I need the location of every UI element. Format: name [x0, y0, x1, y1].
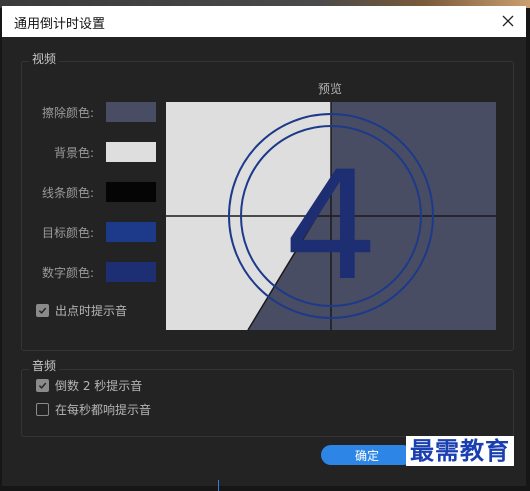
countdown-settings-dialog: 通用倒计时设置 视频 预览 擦除颜色: 背景色: 线条颜色: 目标颜色: 数字颜… — [2, 6, 526, 486]
target-color-label: 目标颜色: — [41, 226, 94, 240]
ok-button[interactable]: 确定 — [321, 445, 413, 465]
dialog-titlebar: 通用倒计时设置 — [2, 6, 526, 37]
check-icon — [38, 382, 47, 389]
dialog-title: 通用倒计时设置 — [14, 17, 106, 32]
wipe-color-swatch[interactable] — [106, 102, 156, 122]
two-second-beep-label: 倒数 2 秒提示音 — [55, 379, 143, 393]
close-icon — [502, 15, 514, 27]
timeline-marker — [218, 480, 219, 491]
beep-every-second-label: 在每秒都响提示音 — [55, 403, 152, 417]
two-second-beep-checkbox-box[interactable] — [36, 379, 49, 392]
watermark-logo: 最需教育 — [406, 436, 514, 466]
preview-digit: 4 — [283, 140, 378, 314]
beep-every-second-checkbox[interactable]: 在每秒都响提示音 — [36, 401, 151, 418]
two-second-beep-checkbox[interactable]: 倒数 2 秒提示音 — [36, 377, 142, 394]
line-color-swatch[interactable] — [106, 182, 156, 202]
countdown-preview: 4 — [166, 102, 496, 330]
number-color-swatch[interactable] — [106, 262, 156, 282]
wipe-color-label: 擦除颜色: — [41, 106, 94, 120]
audio-legend: 音频 — [29, 357, 60, 374]
cue-at-out-label: 出点时提示音 — [55, 304, 128, 318]
check-icon — [38, 307, 47, 314]
number-color-label: 数字颜色: — [41, 266, 94, 280]
beep-every-second-checkbox-box[interactable] — [36, 403, 49, 416]
preview-label: 预览 — [318, 82, 343, 96]
background-color-swatch[interactable] — [106, 142, 156, 162]
countdown-preview-image: 4 — [166, 102, 496, 330]
video-legend: 视频 — [29, 50, 60, 67]
target-color-swatch[interactable] — [106, 222, 156, 242]
line-color-label: 线条颜色: — [41, 186, 94, 200]
close-button[interactable] — [496, 9, 520, 33]
cue-at-out-checkbox[interactable]: 出点时提示音 — [36, 302, 127, 319]
cue-at-out-checkbox-box[interactable] — [36, 304, 49, 317]
background-color-label: 背景色: — [53, 146, 94, 160]
